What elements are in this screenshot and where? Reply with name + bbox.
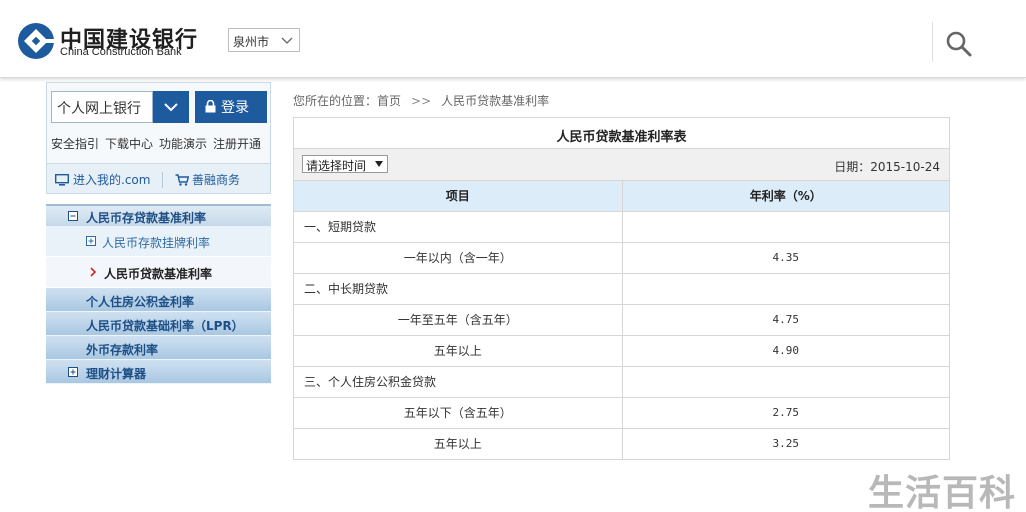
chevron-right-icon xyxy=(90,267,96,277)
quick-bottom-bar: 进入我的.com 善融商务 xyxy=(47,163,270,193)
row-item: 一年以内（含一年） xyxy=(294,242,623,274)
row-rate xyxy=(622,273,949,305)
cart-icon xyxy=(175,174,189,186)
quick-link-security[interactable]: 安全指引 xyxy=(51,137,99,151)
table-row: 一年以内（含一年） 4.35 xyxy=(294,242,949,274)
menu-item-label: 人民币存款挂牌利率 xyxy=(102,236,211,250)
table-row: 五年以下（含五年） 2.75 xyxy=(294,397,949,429)
breadcrumb-current: 人民币贷款基准利率 xyxy=(441,94,550,108)
dropdown-triangle-icon xyxy=(375,161,383,167)
row-rate: 2.75 xyxy=(622,397,949,429)
menu-item-label: 人民币贷款基准利率 xyxy=(104,267,213,281)
row-item: 一年至五年（含五年） xyxy=(294,304,623,336)
login-box: 个人网上银行 登录 安全指引 下载中心 功能演示 注册开通 进入我的.com 善… xyxy=(46,82,271,194)
row-item: 三、个人住房公积金贷款 xyxy=(294,366,623,398)
row-item: 一、短期贷款 xyxy=(294,211,623,243)
chevron-down-icon xyxy=(281,37,293,44)
row-rate: 4.75 xyxy=(622,304,949,336)
chevron-down-icon xyxy=(164,103,178,112)
breadcrumb: 您所在的位置：首页 >> 人民币贷款基准利率 xyxy=(293,92,549,109)
table-row: 二、中长期贷款 xyxy=(294,273,949,305)
watermark: 生活百科 xyxy=(868,473,1017,512)
quick-link-download[interactable]: 下载中心 xyxy=(105,137,153,151)
site-header: 中国建设银行 China Construction Bank 泉州市 xyxy=(0,0,1026,78)
rate-table: 项目 年利率（%） 一、短期贷款 一年以内（含一年） 4.35 二、中长期贷款 … xyxy=(294,181,949,459)
logo-english-text: China Construction Bank xyxy=(60,46,182,58)
row-item: 五年以上 xyxy=(294,428,623,459)
row-item: 二、中长期贷款 xyxy=(294,273,623,305)
rate-date: 日期：2015-10-24 xyxy=(834,160,940,174)
rate-table-toolbar: 请选择时间 日期：2015-10-24 xyxy=(294,149,949,181)
menu-item-foreign-deposit-rates[interactable]: 外币存款利率 xyxy=(46,336,271,360)
city-select[interactable]: 泉州市 xyxy=(228,28,300,52)
table-row: 一年至五年（含五年） 4.75 xyxy=(294,304,949,336)
menu-item-label: 人民币贷款基础利率（LPR） xyxy=(86,319,244,333)
table-row: 一、短期贷款 xyxy=(294,211,949,243)
column-header-item: 项目 xyxy=(294,181,623,212)
bank-type-select[interactable]: 个人网上银行 xyxy=(51,91,153,123)
menu-item-label: 个人住房公积金利率 xyxy=(86,295,195,309)
menu-item-label: 理财计算器 xyxy=(86,367,147,381)
menu-item-rmb-loan-rates[interactable]: 人民币贷款基准利率 xyxy=(46,257,271,288)
breadcrumb-prefix: 您所在的位置： xyxy=(293,94,378,108)
table-header-row: 项目 年利率（%） xyxy=(294,181,949,212)
row-rate: 4.35 xyxy=(622,242,949,274)
row-rate: 4.90 xyxy=(622,335,949,367)
time-select[interactable]: 请选择时间 xyxy=(302,155,388,173)
monitor-icon xyxy=(55,174,69,186)
row-item: 五年以下（含五年） xyxy=(294,397,623,429)
bank-type-dropdown-button[interactable] xyxy=(153,91,189,123)
menu-item-rmb-deposit-loan-rates[interactable]: 人民币存贷款基准利率 xyxy=(46,204,271,226)
lock-icon xyxy=(205,100,216,113)
shop-label: 善融商务 xyxy=(192,173,241,187)
rate-table-title: 人民币贷款基准利率表 xyxy=(294,118,949,149)
menu-item-lpr[interactable]: 人民币贷款基础利率（LPR） xyxy=(46,312,271,336)
enter-my-link[interactable]: 进入我的.com xyxy=(55,171,150,188)
table-row: 五年以上 3.25 xyxy=(294,428,949,459)
plus-box-icon xyxy=(86,236,96,246)
quick-link-register[interactable]: 注册开通 xyxy=(213,137,261,151)
quick-link-demo[interactable]: 功能演示 xyxy=(159,137,207,151)
row-rate: 3.25 xyxy=(772,437,800,451)
login-button[interactable]: 登录 xyxy=(195,91,267,123)
menu-item-housing-fund-rates[interactable]: 个人住房公积金利率 xyxy=(46,288,271,312)
quick-bottom-divider xyxy=(162,172,163,188)
city-select-value: 泉州市 xyxy=(233,35,270,49)
bank-type-value: 个人网上银行 xyxy=(57,101,141,117)
plus-box-icon xyxy=(68,366,78,377)
header-divider xyxy=(932,22,933,62)
quick-links: 安全指引 下载中心 功能演示 注册开通 xyxy=(51,135,271,153)
login-label: 登录 xyxy=(221,100,249,116)
row-rate xyxy=(622,366,949,398)
breadcrumb-separator: >> xyxy=(411,94,432,108)
menu-item-label: 外币存款利率 xyxy=(86,343,159,357)
menu-item-rmb-deposit-rates[interactable]: 人民币存款挂牌利率 xyxy=(46,226,271,257)
table-row: 五年以上 4.90 xyxy=(294,335,949,367)
time-select-value: 请选择时间 xyxy=(306,159,367,173)
menu-item-label: 人民币存贷款基准利率 xyxy=(86,211,207,225)
breadcrumb-home-link[interactable]: 首页 xyxy=(377,94,401,108)
row-item: 五年以上 xyxy=(294,335,623,367)
shop-link[interactable]: 善融商务 xyxy=(175,171,240,188)
menu-item-calculator[interactable]: 理财计算器 xyxy=(46,360,271,384)
sidebar-menu: 人民币存贷款基准利率 人民币存款挂牌利率 人民币贷款基准利率 个人住房公积金利率… xyxy=(46,204,271,384)
minus-box-icon xyxy=(68,211,78,221)
row-rate xyxy=(622,211,949,243)
column-header-rate: 年利率（%） xyxy=(622,181,949,212)
rate-table-panel: 人民币贷款基准利率表 请选择时间 日期：2015-10-24 项目 年利率（%）… xyxy=(293,117,950,460)
ccb-logo[interactable]: 中国建设银行 China Construction Bank xyxy=(17,22,217,62)
enter-my-label: 进入我的.com xyxy=(73,173,151,187)
search-icon[interactable] xyxy=(945,30,973,58)
ccb-logo-icon xyxy=(18,23,55,59)
table-row: 三、个人住房公积金贷款 xyxy=(294,366,949,398)
